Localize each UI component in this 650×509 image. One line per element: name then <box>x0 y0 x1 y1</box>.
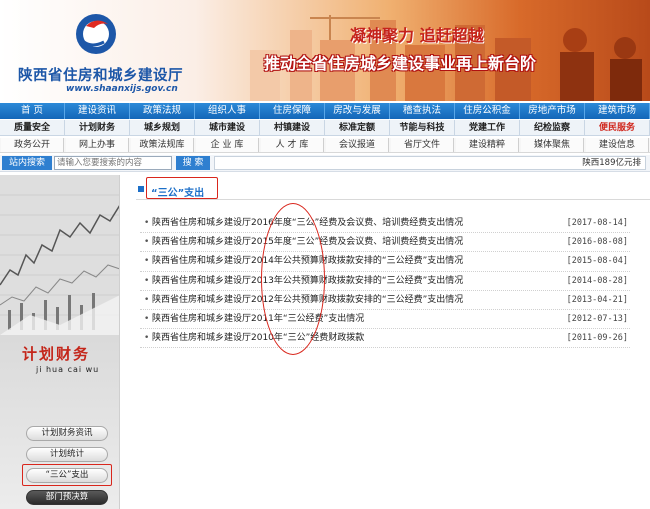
nav-item-home[interactable]: 首 页 <box>0 103 65 119</box>
nav-item-provident-fund[interactable]: 住房公积金 <box>455 103 520 119</box>
nav-item-housing-security[interactable]: 住房保障 <box>260 103 325 119</box>
nav-item-inspection[interactable]: 稽查执法 <box>390 103 455 119</box>
article-date: [2017-08-14] <box>566 218 628 228</box>
sidebar-button-budget[interactable]: 部门预决算 <box>26 490 108 505</box>
finance-chart-illustration <box>0 175 119 335</box>
article-date: [2015-08-04] <box>566 256 628 267</box>
nav-item-construction-market[interactable]: 建筑市场 <box>585 103 650 119</box>
nav-item-media-focus[interactable]: 媒体聚焦 <box>521 138 584 152</box>
bullet-icon: • <box>144 294 150 305</box>
nav-item-planning-finance[interactable]: 计划财务 <box>65 120 130 135</box>
list-item[interactable]: • 陕西省住房和城乡建设厅2015年度“三公”经费及会议费、培训费经费支出情况 … <box>140 233 630 253</box>
bullet-icon: • <box>144 256 150 267</box>
bullet-icon: • <box>144 333 150 344</box>
nav-item-standards[interactable]: 标准定额 <box>325 120 390 135</box>
nav-item-dept-documents[interactable]: 省厅文件 <box>391 138 454 152</box>
section-square-icon <box>138 186 144 192</box>
sidebar-pinyin: ji hua cai wu <box>36 365 100 374</box>
news-ticker[interactable]: 陕西189亿元排 <box>214 156 646 170</box>
tertiary-nav: 政务公开 网上办事 政策法规库 企 业 库 人 才 库 会议报道 省厅文件 建设… <box>0 138 650 153</box>
sidebar-button-finance-news[interactable]: 计划财务资讯 <box>26 426 108 441</box>
nav-item-discipline[interactable]: 纪检监察 <box>520 120 585 135</box>
list-item[interactable]: • 陕西省住房和城乡建设厅2010年“三公”经费财政拨款 [2011-09-26… <box>140 329 630 349</box>
nav-item-online-services[interactable]: 网上办事 <box>66 138 129 152</box>
sidebar-title: 计划财务 <box>22 345 91 363</box>
nav-item-enterprise-db[interactable]: 企 业 库 <box>196 138 259 152</box>
article-date: [2013-04-21] <box>566 294 628 305</box>
search-button[interactable]: 搜 索 <box>176 156 210 170</box>
nav-item-construction-info[interactable]: 建设信息 <box>586 138 649 152</box>
nav-item-quality-safety[interactable]: 质量安全 <box>0 120 65 135</box>
list-item[interactable]: • 陕西省住房和城乡建设厅2012年公共预算财政拨款安排的“三公经费”支出情况 … <box>140 291 630 310</box>
nav-item-regulations-db[interactable]: 政策法规库 <box>131 138 194 152</box>
nav-item-village-construction[interactable]: 村镇建设 <box>260 120 325 135</box>
nav-item-news[interactable]: 建设资讯 <box>65 103 130 119</box>
search-input[interactable] <box>54 156 172 170</box>
article-title[interactable]: 陕西省住房和城乡建设厅2010年“三公”经费财政拨款 <box>152 329 364 348</box>
bullet-icon: • <box>144 237 150 248</box>
left-sidebar: 计划财务 ji hua cai wu 计划财务资讯 计划统计 “三公”支出 部门… <box>0 175 120 509</box>
nav-item-city-construction[interactable]: 城市建设 <box>195 120 260 135</box>
nav-item-public-service[interactable]: 便民服务 <box>585 120 650 135</box>
list-item[interactable]: • 陕西省住房和城乡建设厅2014年公共预算财政拨款安排的“三公经费”支出情况 … <box>140 252 630 272</box>
article-title[interactable]: 陕西省住房和城乡建设厅2014年公共预算财政拨款安排的“三公经费”支出情况 <box>152 252 463 271</box>
secondary-nav: 质量安全 计划财务 城乡规划 城市建设 村镇建设 标准定额 节能与科技 党建工作… <box>0 120 650 136</box>
nav-item-personnel[interactable]: 组织人事 <box>195 103 260 119</box>
site-search-label: 站内搜索 <box>2 156 52 170</box>
article-title[interactable]: 陕西省住房和城乡建设厅2016年度“三公”经费及会议费、培训费经费支出情况 <box>152 214 463 233</box>
article-title[interactable]: 陕西省住房和城乡建设厅2013年公共预算财政拨款安排的“三公经费”支出情况 <box>152 272 463 291</box>
site-url: www.shaanxijs.gov.cn <box>66 84 178 94</box>
search-bar: 站内搜索 搜 索 陕西189亿元排 <box>0 155 650 172</box>
department-logo-icon <box>76 14 116 54</box>
org-name: 陕西省住房和城乡建设厅 <box>18 68 183 84</box>
article-date: [2012-07-13] <box>566 313 628 324</box>
slogan-line-2: 推动全省住房城乡建设事业再上新台阶 <box>264 54 537 73</box>
list-item[interactable]: • 陕西省住房和城乡建设厅2011年“三公经费”支出情况 [2012-07-13… <box>140 310 630 330</box>
nav-item-housing-reform[interactable]: 房改与发展 <box>325 103 390 119</box>
article-date: [2011-09-26] <box>566 333 628 344</box>
nav-item-energy-tech[interactable]: 节能与科技 <box>390 120 455 135</box>
article-title[interactable]: 陕西省住房和城乡建设厅2012年公共预算财政拨款安排的“三公经费”支出情况 <box>152 291 463 310</box>
slogan-line-1: 凝神聚力 追赶超越 <box>350 26 484 45</box>
sidebar-button-statistics[interactable]: 计划统计 <box>26 447 108 462</box>
nav-item-highlights[interactable]: 建设精粹 <box>456 138 519 152</box>
header-banner: 陕西省住房和城乡建设厅 www.shaanxijs.gov.cn 凝神聚力 追赶… <box>0 0 650 101</box>
list-item[interactable]: • 陕西省住房和城乡建设厅2013年公共预算财政拨款安排的“三公经费”支出情况 … <box>140 272 630 291</box>
nav-item-real-estate[interactable]: 房地产市场 <box>520 103 585 119</box>
list-item[interactable]: • 陕西省住房和城乡建设厅2016年度“三公”经费及会议费、培训费经费支出情况 … <box>140 214 630 234</box>
nav-item-party-building[interactable]: 党建工作 <box>455 120 520 135</box>
nav-item-urban-rural-planning[interactable]: 城乡规划 <box>130 120 195 135</box>
primary-nav: 首 页 建设资讯 政策法规 组织人事 住房保障 房改与发展 稽查执法 住房公积金… <box>0 103 650 119</box>
bullet-icon: • <box>144 313 150 324</box>
article-title[interactable]: 陕西省住房和城乡建设厅2011年“三公经费”支出情况 <box>152 310 364 329</box>
bullet-icon: • <box>144 275 150 286</box>
sidebar-highlight-box <box>22 464 112 486</box>
nav-item-gov-affairs[interactable]: 政务公开 <box>1 138 64 152</box>
nav-item-meeting-reports[interactable]: 会议报道 <box>326 138 389 152</box>
article-title[interactable]: 陕西省住房和城乡建设厅2015年度“三公”经费及会议费、培训费经费支出情况 <box>152 233 463 252</box>
nav-item-talent-db[interactable]: 人 才 库 <box>261 138 324 152</box>
section-title-highlight-box <box>146 177 218 199</box>
nav-item-policy[interactable]: 政策法规 <box>130 103 195 119</box>
article-date: [2014-08-28] <box>566 275 628 286</box>
article-date: [2016-08-08] <box>566 237 628 248</box>
article-list: • 陕西省住房和城乡建设厅2016年度“三公”经费及会议费、培训费经费支出情况 … <box>140 214 630 349</box>
bullet-icon: • <box>144 218 150 228</box>
